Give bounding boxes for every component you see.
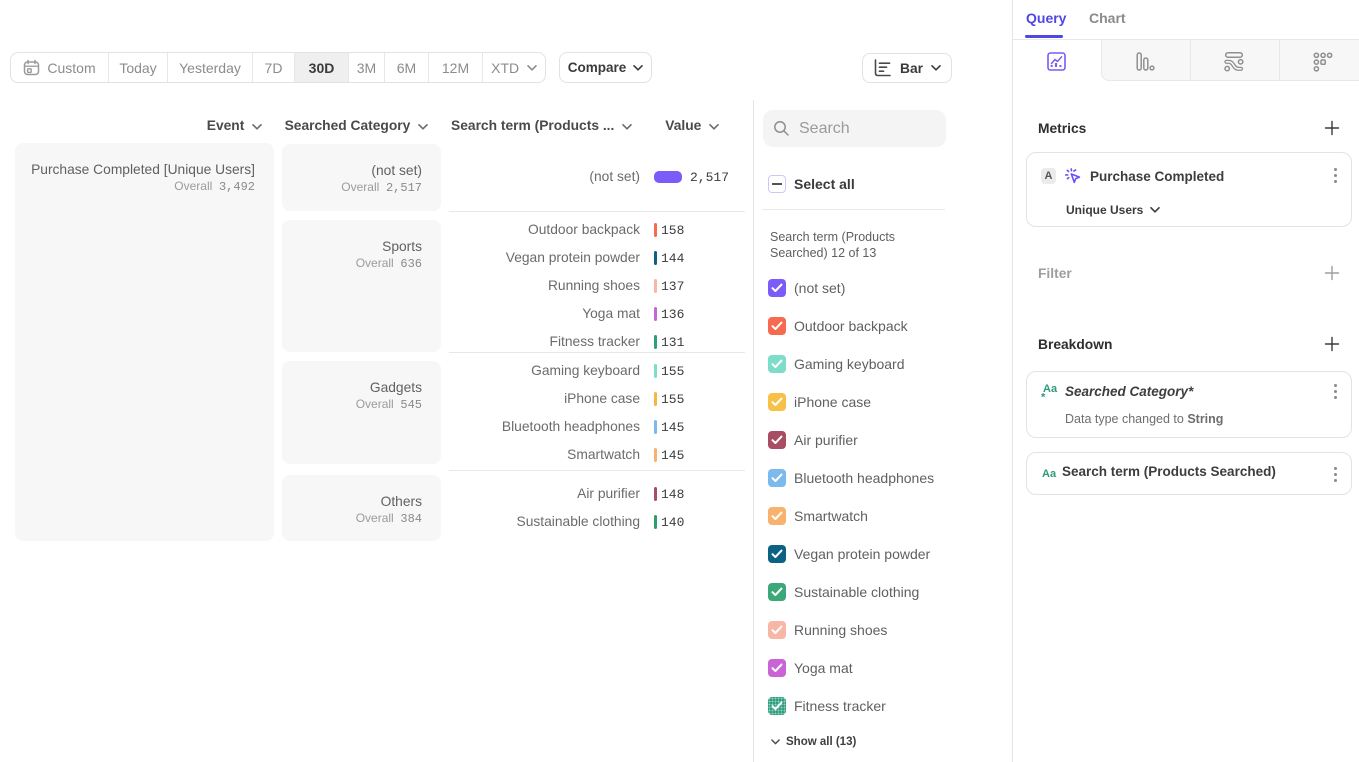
- svg-text:Aa: Aa: [1042, 468, 1057, 480]
- svg-text:*: *: [1041, 392, 1046, 402]
